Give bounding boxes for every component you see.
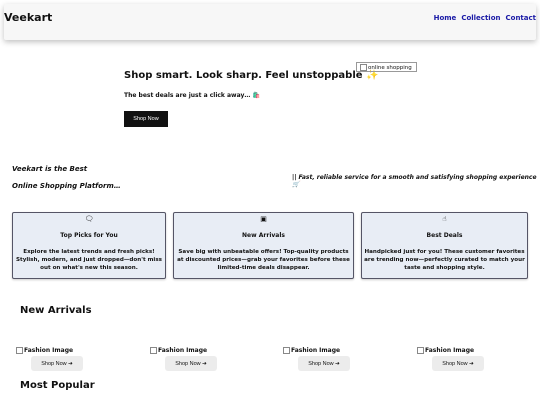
intro-line-1: Veekart is the Best: [12, 165, 88, 173]
product-image: Fashion Image: [16, 347, 73, 354]
hero-image: online shopping: [356, 62, 417, 72]
broken-image-icon: [360, 64, 367, 71]
hero-shop-now-button[interactable]: Shop Now: [124, 111, 168, 127]
chat-icon: 🗨: [84, 215, 94, 223]
product-image-alt: Fashion Image: [425, 347, 475, 354]
intro-tagline: || Fast, reliable service for a smooth a…: [292, 174, 537, 188]
navbar: [4, 4, 536, 40]
feature-text: Save big with unbeatable offers! Top-qua…: [177, 249, 350, 271]
product-image: Fashion Image: [417, 347, 474, 354]
product-image-alt: Fashion Image: [24, 347, 74, 354]
hero-title: Shop smart. Look sharp. Feel unstoppable…: [124, 70, 379, 81]
shop-now-button[interactable]: Shop Now ➔: [432, 356, 484, 371]
nav-collection-link[interactable]: Collection: [461, 14, 500, 22]
nav-contact-link[interactable]: Contact: [506, 14, 537, 22]
new-arrivals-heading: New Arrivals: [20, 305, 92, 316]
hero-image-alt: online shopping: [368, 65, 412, 71]
hand-pointer-icon: ☝: [442, 215, 447, 223]
shop-now-button[interactable]: Shop Now ➔: [31, 356, 83, 371]
feature-card-best-deals: ☝ Best Deals Handpicked just for you! Th…: [361, 212, 528, 279]
most-popular-heading: Most Popular: [20, 380, 95, 391]
broken-image-icon: [16, 347, 23, 354]
arrivals-icon: ▣: [260, 215, 267, 223]
feature-text: Explore the latest trends and fresh pick…: [16, 249, 162, 271]
feature-text: Handpicked just for you! These customer …: [364, 249, 525, 271]
broken-image-icon: [417, 347, 424, 354]
feature-card-new-arrivals: ▣ New Arrivals Save big with unbeatable …: [173, 212, 354, 279]
feature-title: New Arrivals: [242, 232, 285, 239]
product-image: Fashion Image: [283, 347, 340, 354]
nav-links: Home Collection Contact: [434, 14, 536, 22]
feature-title: Top Picks for You: [60, 232, 118, 239]
feature-card-top-picks: 🗨 Top Picks for You Explore the latest t…: [12, 212, 166, 279]
broken-image-icon: [283, 347, 290, 354]
broken-image-icon: [150, 347, 157, 354]
shop-now-button[interactable]: Shop Now ➔: [165, 356, 217, 371]
nav-home-link[interactable]: Home: [434, 14, 457, 22]
product-image-alt: Fashion Image: [291, 347, 341, 354]
feature-title: Best Deals: [426, 232, 463, 239]
product-image-alt: Fashion Image: [158, 347, 208, 354]
shop-now-button[interactable]: Shop Now ➔: [298, 356, 350, 371]
intro-line-2: Online Shopping Platform…: [12, 182, 121, 190]
product-image: Fashion Image: [150, 347, 207, 354]
hero-subtitle: The best deals are just a click away… 🛍️: [124, 92, 260, 99]
brand-logo[interactable]: Veekart: [4, 11, 52, 24]
